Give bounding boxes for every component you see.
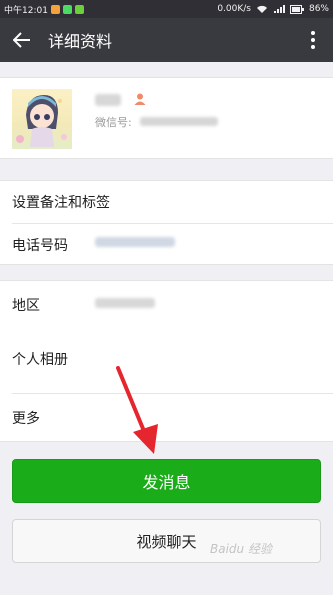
album-label: 个人相册 (12, 352, 68, 368)
remark-tags-label: 设置备注和标签 (12, 195, 110, 211)
avatar[interactable] (12, 89, 72, 149)
watermark: Baidu 经验 (210, 542, 272, 556)
status-bar: 中午12:01 0.00K/s 86% (0, 0, 333, 18)
notification-icon (50, 4, 60, 14)
more-label: 更多 (12, 411, 40, 427)
remark-phone-group: 设置备注和标签 电话号码 (0, 180, 333, 265)
remark-tags-row[interactable]: 设置备注和标签 (0, 181, 333, 223)
top-bar: 详细资料 (0, 18, 333, 62)
battery-icon (289, 4, 304, 14)
send-message-button[interactable]: 发消息 (12, 459, 321, 503)
more-options-button[interactable] (293, 18, 333, 62)
signal-icon (273, 4, 285, 13)
wechat-id-label: 微信号: (95, 116, 132, 129)
back-button[interactable] (0, 18, 44, 62)
nickname-blurred (95, 94, 121, 106)
annotation-arrow-icon (116, 366, 158, 454)
avatar-illustration (16, 95, 67, 147)
wifi-icon (256, 5, 267, 13)
status-time: 中午12:01 (4, 5, 48, 16)
wechat-id-blurred (140, 117, 218, 126)
region-row: 地区 (0, 281, 333, 328)
person-icon (134, 93, 146, 105)
region-value-blurred (95, 298, 155, 308)
video-chat-button[interactable]: 视频聊天 (12, 519, 321, 563)
more-vertical-icon (311, 31, 315, 49)
page-title: 详细资料 (48, 32, 113, 51)
phone-label: 电话号码 (12, 237, 68, 254)
phone-number-blurred (95, 237, 175, 247)
message-icon (62, 4, 72, 14)
region-label: 地区 (12, 297, 40, 314)
battery-level: 86% (308, 4, 329, 14)
network-speed: 0.00K/s (217, 4, 251, 14)
back-arrow-icon (13, 32, 30, 48)
profile-card[interactable]: 微信号: (0, 77, 333, 159)
app-icon (74, 4, 84, 14)
